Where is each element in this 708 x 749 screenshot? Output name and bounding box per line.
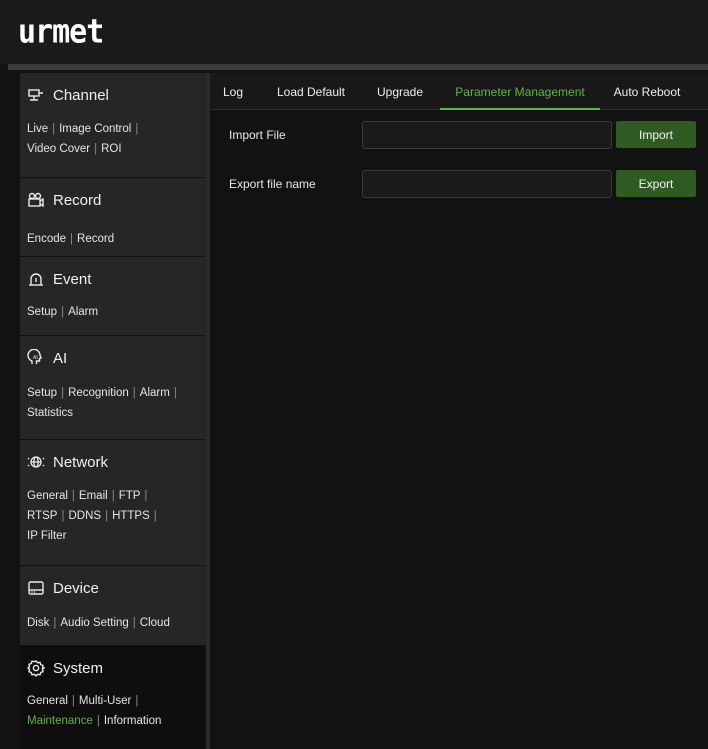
link-separator: | bbox=[135, 695, 139, 707]
import-file-label: Import File bbox=[229, 128, 286, 142]
export-file-name-input[interactable] bbox=[362, 170, 612, 198]
sidebar-header-device[interactable]: Device bbox=[27, 574, 99, 602]
sidebar-link-audio-setting[interactable]: Audio Setting bbox=[60, 617, 128, 629]
sidebar-link-roi[interactable]: ROI bbox=[101, 143, 121, 155]
sidebar-links-ai: Setup | Recognition | Alarm | Statistics bbox=[27, 383, 202, 423]
sidebar-links-device: Disk | Audio Setting | Cloud bbox=[27, 613, 202, 633]
sidebar-link-network-general[interactable]: General bbox=[27, 490, 68, 502]
sidebar-link-disk[interactable]: Disk bbox=[27, 617, 49, 629]
sidebar-title-channel: Channel bbox=[53, 86, 109, 104]
sidebar-link-video-cover[interactable]: Video Cover bbox=[27, 143, 90, 155]
import-button[interactable]: Import bbox=[616, 121, 696, 148]
sidebar-links-event: Setup | Alarm bbox=[27, 302, 202, 322]
sidebar-header-system[interactable]: System bbox=[27, 654, 103, 682]
urmet-logo: urmet bbox=[18, 12, 104, 52]
sidebar-link-image-control[interactable]: Image Control bbox=[59, 123, 131, 135]
sidebar-title-event: Event bbox=[53, 270, 92, 288]
sidebar-link-ai-alarm[interactable]: Alarm bbox=[140, 387, 170, 399]
sidebar-link-rtsp[interactable]: RTSP bbox=[27, 510, 57, 522]
panel-divider bbox=[206, 73, 210, 749]
sidebar-header-event[interactable]: Event bbox=[27, 265, 91, 293]
sidebar-links-network: General | Email | FTP | RTSP | DDNS | HTTPS | IP F… bbox=[27, 486, 202, 546]
link-separator: | bbox=[52, 123, 56, 135]
link-separator: | bbox=[135, 123, 139, 135]
sidebar-link-https[interactable]: HTTPS bbox=[112, 510, 150, 522]
ai-head-icon: AI bbox=[27, 349, 45, 367]
system-gear-icon bbox=[27, 659, 45, 677]
sidebar-link-ftp[interactable]: FTP bbox=[119, 490, 141, 502]
record-icon bbox=[27, 191, 45, 209]
sidebar-header-network[interactable]: Network bbox=[27, 448, 108, 476]
sidebar: Channel Live | Image Control | Video Cover |… bbox=[20, 73, 206, 749]
sidebar-links-channel: Live | Image Control | Video Cover | ROI bbox=[27, 119, 202, 159]
sidebar-links-system: General | Multi-User | Maintenance | Informat… bbox=[27, 691, 202, 731]
sidebar-title-record: Record bbox=[53, 191, 102, 209]
sidebar-link-cloud[interactable]: Cloud bbox=[140, 617, 170, 629]
sidebar-header-channel[interactable]: Channel bbox=[27, 81, 109, 109]
tab-parameter-management[interactable]: Parameter Management bbox=[440, 73, 600, 110]
sidebar-link-ai-setup[interactable]: Setup bbox=[27, 387, 57, 399]
sidebar-title-ai: AI bbox=[53, 349, 68, 367]
sidebar-link-system-general[interactable]: General bbox=[27, 695, 68, 707]
export-file-name-label: Export file name bbox=[229, 177, 316, 191]
sidebar-link-event-alarm[interactable]: Alarm bbox=[68, 306, 98, 318]
sidebar-section-ai: AI AI Setup | Recognition | Alarm | Statistic… bbox=[20, 336, 206, 440]
link-separator: | bbox=[132, 617, 136, 629]
link-separator: | bbox=[173, 387, 177, 399]
sidebar-links-record: Encode | Record bbox=[27, 229, 202, 249]
sidebar-section-record: Record Encode | Record bbox=[20, 178, 206, 257]
svg-text:AI: AI bbox=[33, 355, 38, 361]
sidebar-link-information[interactable]: Information bbox=[104, 715, 162, 727]
sidebar-link-live[interactable]: Live bbox=[27, 123, 48, 135]
top-header: urmet bbox=[0, 0, 708, 64]
link-separator: | bbox=[111, 490, 115, 502]
sidebar-section-system: System General | Multi-User | Maintenance | I… bbox=[20, 646, 206, 749]
header-divider bbox=[8, 64, 708, 70]
tab-log[interactable]: Log bbox=[218, 73, 248, 110]
link-separator: | bbox=[61, 387, 65, 399]
link-separator: | bbox=[132, 387, 136, 399]
link-separator: | bbox=[144, 490, 148, 502]
sidebar-link-record[interactable]: Record bbox=[77, 233, 114, 245]
link-separator: | bbox=[94, 143, 98, 155]
sidebar-section-network: Network General | Email | FTP | RTSP | DDNS | HTT… bbox=[20, 440, 206, 566]
sidebar-title-device: Device bbox=[53, 579, 99, 597]
sidebar-section-event: Event Setup | Alarm bbox=[20, 257, 206, 336]
sidebar-section-channel: Channel Live | Image Control | Video Cover |… bbox=[20, 73, 206, 178]
network-globe-icon bbox=[27, 453, 45, 471]
sidebar-link-maintenance[interactable]: Maintenance bbox=[27, 715, 93, 727]
link-separator: | bbox=[153, 510, 157, 522]
tab-load-default[interactable]: Load Default bbox=[272, 73, 350, 110]
sidebar-section-device: Device Disk | Audio Setting | Cloud bbox=[20, 566, 206, 646]
export-button[interactable]: Export bbox=[616, 170, 696, 197]
sidebar-header-ai[interactable]: AI AI bbox=[27, 344, 67, 372]
link-separator: | bbox=[61, 510, 65, 522]
event-alarm-icon bbox=[27, 270, 45, 288]
sidebar-link-multi-user[interactable]: Multi-User bbox=[79, 695, 131, 707]
sidebar-title-system: System bbox=[53, 659, 104, 677]
sidebar-link-encode[interactable]: Encode bbox=[27, 233, 66, 245]
sidebar-title-network: Network bbox=[53, 453, 109, 471]
link-separator: | bbox=[71, 490, 75, 502]
device-disk-icon bbox=[27, 579, 45, 597]
sidebar-link-statistics[interactable]: Statistics bbox=[27, 407, 73, 419]
link-separator: | bbox=[53, 617, 57, 629]
sidebar-link-ddns[interactable]: DDNS bbox=[68, 510, 101, 522]
channel-icon bbox=[27, 86, 45, 104]
tab-upgrade[interactable]: Upgrade bbox=[372, 73, 428, 110]
import-file-input[interactable] bbox=[362, 121, 612, 149]
sidebar-link-recognition[interactable]: Recognition bbox=[68, 387, 129, 399]
sidebar-link-ip-filter[interactable]: IP Filter bbox=[27, 530, 66, 542]
link-separator: | bbox=[96, 715, 100, 727]
sidebar-link-event-setup[interactable]: Setup bbox=[27, 306, 57, 318]
link-separator: | bbox=[61, 306, 65, 318]
tab-auto-reboot[interactable]: Auto Reboot bbox=[612, 73, 682, 110]
sidebar-header-record[interactable]: Record bbox=[27, 186, 101, 214]
link-separator: | bbox=[71, 695, 75, 707]
link-separator: | bbox=[105, 510, 109, 522]
link-separator: | bbox=[70, 233, 74, 245]
sidebar-link-email[interactable]: Email bbox=[79, 490, 108, 502]
maintenance-tabbar: Log Load Default Upgrade Parameter Manag… bbox=[210, 73, 708, 110]
